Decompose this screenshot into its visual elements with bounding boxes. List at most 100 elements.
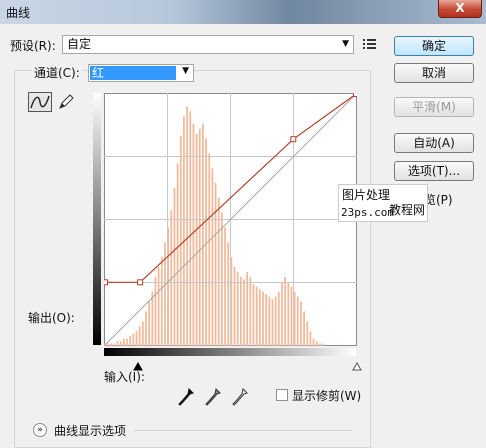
curve-control-point[interactable]: [137, 279, 144, 286]
histogram-bar: [192, 123, 195, 346]
histogram-bar: [290, 286, 293, 346]
histogram-bar: [160, 257, 163, 346]
histogram-bar: [293, 291, 296, 346]
watermark-line2: 23ps.com: [341, 206, 394, 219]
channel-value: 红: [90, 66, 176, 80]
preset-value: 自定: [67, 37, 92, 51]
histogram-bar: [303, 311, 305, 346]
histogram-bar: [274, 296, 277, 346]
histogram-bar: [126, 338, 128, 346]
curve-graph[interactable]: [102, 91, 359, 346]
histogram-bar: [284, 276, 286, 346]
histogram-bar: [214, 182, 217, 346]
histogram-bar: [322, 343, 324, 346]
histogram-bar: [319, 343, 321, 346]
histogram-bar: [107, 343, 109, 346]
histogram-bar: [145, 311, 147, 346]
ok-button[interactable]: 确定: [394, 36, 474, 56]
histogram-bar: [249, 276, 252, 346]
watermark-line1: 图片处理: [342, 188, 391, 202]
title-bar[interactable]: 曲线 X: [0, 0, 486, 24]
histogram-bar: [268, 296, 271, 346]
histogram-bar: [271, 299, 274, 346]
cancel-button[interactable]: 取消: [394, 63, 474, 83]
histogram-bar: [138, 326, 141, 346]
histogram-bar: [154, 276, 157, 346]
curve-control-point[interactable]: [102, 279, 108, 286]
separator: [134, 430, 352, 431]
histogram-bar: [113, 343, 116, 346]
preset-select[interactable]: 自定 ▼: [62, 35, 354, 54]
options-button[interactable]: 选项(T)...: [394, 161, 474, 181]
preset-options-icon[interactable]: [362, 37, 378, 51]
histogram-bar: [151, 291, 154, 346]
histogram-bar: [208, 153, 211, 346]
histogram-bar: [300, 301, 302, 346]
histogram-bar: [296, 296, 299, 346]
histogram-bar: [315, 341, 318, 346]
chevron-down-icon: ▼: [182, 66, 189, 76]
histogram-bar: [205, 138, 207, 346]
dialog-title: 曲线: [6, 6, 31, 20]
auto-button[interactable]: 自动(A): [394, 133, 474, 153]
histogram-bar: [135, 331, 138, 346]
histogram-bar: [189, 111, 192, 346]
preset-label: 预设(R):: [10, 39, 56, 53]
histogram-bar: [132, 333, 135, 346]
histogram-bar: [110, 343, 113, 346]
eyedropper-gray-icon[interactable]: [205, 387, 221, 406]
watermark: 图片处理 23ps.com 教程网: [338, 184, 428, 222]
histogram-bar: [122, 338, 125, 346]
histogram-bar: [176, 163, 179, 346]
histogram-bar: [312, 338, 315, 346]
close-button[interactable]: X: [438, 0, 482, 18]
show-clipping-label: 显示修剪(W): [292, 389, 362, 403]
histogram-bar: [119, 341, 122, 346]
histogram-bar: [116, 341, 119, 346]
histogram-bar: [287, 281, 290, 346]
histogram-bar: [306, 321, 309, 346]
curve-control-point[interactable]: [353, 91, 359, 97]
histogram-bar: [246, 271, 249, 346]
histogram-bar: [252, 284, 255, 346]
histogram-bar: [233, 266, 236, 346]
histogram-bar: [157, 266, 160, 346]
histogram-bar: [258, 289, 261, 346]
histogram-bar: [211, 168, 214, 346]
histogram-bar: [236, 271, 239, 346]
histogram-bar: [179, 136, 182, 346]
histogram-bar: [221, 212, 223, 346]
curve-control-point[interactable]: [290, 136, 297, 143]
histogram-bar: [243, 279, 245, 346]
eyedropper-white-icon[interactable]: [232, 387, 248, 406]
histogram-bar: [309, 331, 312, 346]
histogram-bar: [265, 294, 268, 346]
smooth-button[interactable]: 平滑(M): [394, 97, 474, 117]
histogram-bar: [173, 187, 176, 346]
histogram-bar: [281, 281, 283, 346]
chevron-down-icon: ▼: [342, 39, 349, 49]
curve-display-options-label[interactable]: 曲线显示选项: [54, 424, 126, 438]
curve-graph-svg[interactable]: [102, 91, 359, 346]
white-point-slider[interactable]: [352, 360, 362, 374]
channel-select[interactable]: 红 ▼: [88, 64, 194, 82]
black-point-slider[interactable]: [133, 360, 143, 374]
channel-label: 通道(C):: [32, 66, 82, 80]
histogram-bar: [277, 291, 280, 346]
show-clipping-checkbox[interactable]: [276, 389, 288, 401]
histogram-bar: [224, 227, 226, 346]
histogram-bar: [262, 291, 264, 346]
input-gradient-bar: [104, 348, 356, 356]
histogram-bar: [255, 286, 258, 346]
expand-options-icon[interactable]: »: [33, 423, 47, 437]
curves-dialog: 曲线 X 预设(R): 自定 ▼ 确定 取消 平滑(M) 自动(A) 选项(T)…: [0, 0, 486, 448]
histogram-bar: [183, 116, 185, 346]
curve-tool-icon[interactable]: [28, 92, 52, 112]
histogram-bar: [195, 133, 198, 346]
histogram-bar: [129, 336, 132, 346]
histogram-bar: [148, 301, 151, 346]
output-gradient-bar: [93, 93, 101, 345]
pencil-tool-icon[interactable]: [56, 92, 76, 112]
eyedropper-black-icon[interactable]: [178, 387, 194, 406]
histogram-bar: [239, 276, 242, 346]
